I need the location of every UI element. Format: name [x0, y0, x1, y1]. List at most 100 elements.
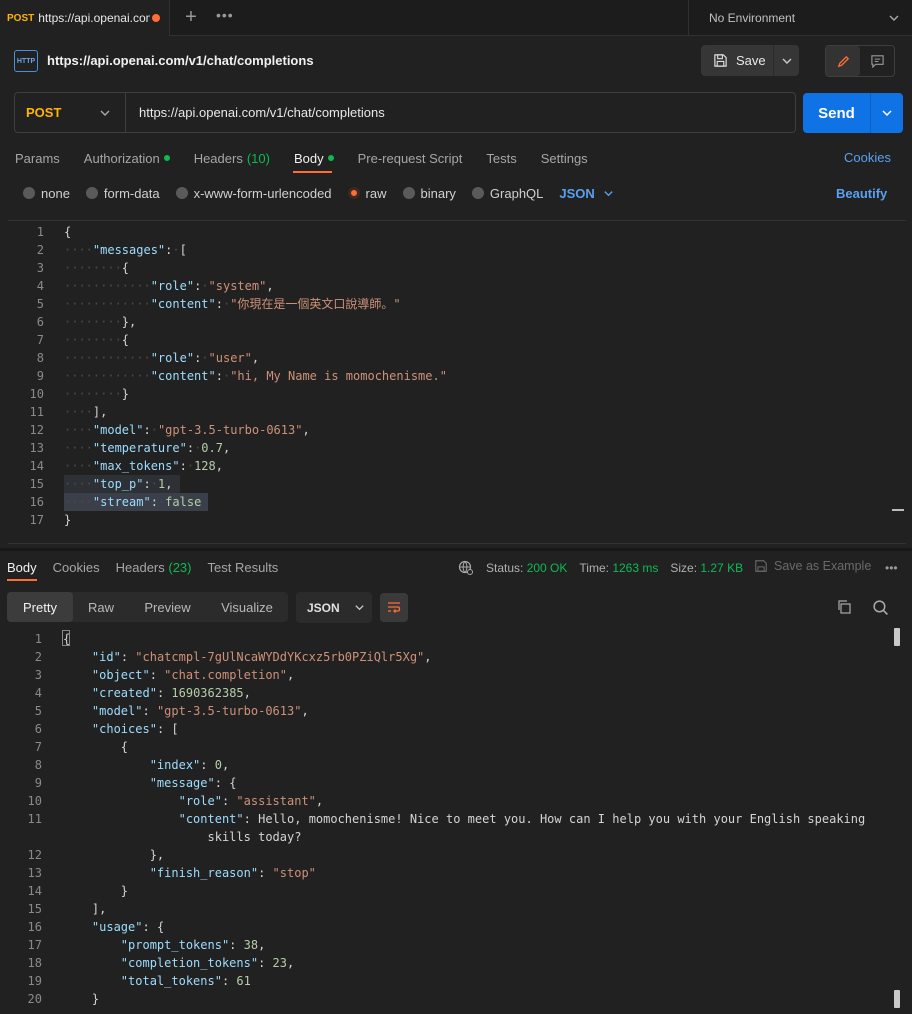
whitespace: ········ — [64, 333, 122, 347]
code-line: "prompt_tokens": 38, — [63, 936, 266, 954]
scrollbar-thumb[interactable] — [894, 628, 900, 646]
view-pretty-button[interactable]: Pretty — [7, 592, 73, 622]
wrap-lines-button[interactable] — [380, 593, 408, 622]
comments-mode-button[interactable] — [860, 46, 894, 76]
json-string: "你現在是一個英文口說導師。" — [230, 297, 401, 311]
response-format-select[interactable]: JSON — [296, 592, 372, 623]
pane-splitter[interactable] — [0, 548, 912, 551]
response-format-label: JSON — [307, 600, 340, 615]
code-line: "model": "gpt-3.5-turbo-0613", — [63, 702, 309, 720]
json-punctuation: , — [287, 668, 295, 682]
new-tab-plus-icon[interactable]: + — [180, 6, 202, 28]
json-key: "max_tokens" — [92, 459, 180, 473]
response-tab-cookies[interactable]: Cookies — [53, 560, 100, 581]
line-number: 13 — [27, 866, 42, 880]
radio-label: raw — [365, 185, 387, 201]
more-tabs-icon[interactable]: ••• — [216, 7, 234, 23]
beautify-button[interactable]: Beautify — [836, 186, 887, 201]
method-select[interactable]: POST — [15, 93, 126, 132]
size-value: 1.27 KB — [700, 561, 744, 575]
code-line: ····], — [64, 403, 107, 421]
json-value: 1690362385 — [171, 686, 244, 700]
more-options-icon[interactable]: ••• — [885, 561, 898, 575]
json-string: "chatcmpl-7gUlNcaWYDdYKcxz5rb0PZiQlr5Xg" — [135, 650, 425, 664]
code-line: { — [63, 738, 128, 756]
line-number: 13 — [29, 441, 44, 455]
view-visualize-button[interactable]: Visualize — [206, 592, 288, 622]
json-punctuation: momochenisme! — [308, 812, 403, 826]
raw-format-select[interactable]: JSON — [559, 185, 613, 201]
json-colon: : — [215, 369, 223, 383]
request-tab[interactable]: POST https://api.openai.com/v1/chat/comp… — [0, 0, 170, 36]
chevron-down-icon — [782, 58, 791, 64]
cookies-link[interactable]: Cookies — [844, 150, 891, 165]
tab-authorization[interactable]: Authorization — [84, 149, 170, 167]
save-options-button[interactable] — [774, 45, 799, 76]
response-tab-test-results[interactable]: Test Results — [208, 560, 279, 581]
json-colon: : — [179, 459, 187, 473]
json-punctuation: , — [243, 686, 251, 700]
url-input[interactable]: https://api.openai.com/v1/chat/completio… — [139, 105, 385, 120]
json-punctuation: meet — [467, 812, 497, 826]
json-punctuation: { — [120, 740, 129, 754]
line-number: 4 — [34, 686, 42, 700]
save-button[interactable]: Save — [701, 45, 774, 76]
tab-settings[interactable]: Settings — [541, 149, 588, 167]
send-options-button[interactable] — [871, 93, 903, 133]
tab-headers[interactable]: Headers (10) — [194, 149, 270, 167]
save-icon — [755, 560, 767, 572]
json-key: "role" — [150, 351, 195, 365]
json-punctuation: I — [597, 812, 606, 826]
json-punctuation: , — [165, 477, 173, 491]
json-punctuation: [ — [179, 243, 187, 257]
request-body-editor[interactable]: 1{2 ····"messages":·[3 ········{4 ·········… — [8, 220, 906, 544]
tab-label: Authorization — [83, 150, 160, 166]
json-punctuation: to — [445, 812, 461, 826]
line-number: 5 — [34, 704, 42, 718]
radio-raw[interactable]: raw — [347, 185, 387, 201]
tab-body[interactable]: Body — [294, 149, 334, 167]
radio-form-data[interactable]: form-data — [85, 185, 160, 201]
radio-circle-icon — [175, 187, 188, 199]
json-colon: : — [143, 477, 151, 491]
http-icon: HTTP — [14, 50, 38, 72]
view-raw-button[interactable]: Raw — [73, 592, 129, 622]
radio-none[interactable]: none — [23, 185, 70, 201]
whitespace: ············ — [64, 369, 151, 383]
save-as-example-button[interactable]: Save as Example — [754, 559, 871, 573]
response-tab-headers[interactable]: Headers (23) — [116, 560, 192, 581]
code-line: ····"top_p":·1, — [64, 475, 172, 493]
status-text: Status: 200 OK — [486, 561, 567, 575]
environment-selector[interactable]: No Environment — [688, 0, 912, 36]
json-punctuation: , — [302, 423, 310, 437]
scrollbar-thumb[interactable] — [894, 990, 900, 1008]
response-tab-body[interactable]: Body — [7, 560, 37, 581]
search-icon[interactable] — [872, 599, 889, 616]
json-punctuation: } — [120, 884, 129, 898]
view-preview-button[interactable]: Preview — [129, 592, 206, 622]
request-title[interactable]: https://api.openai.com/v1/chat/completio… — [47, 53, 314, 68]
tab-pre-request-script[interactable]: Pre-request Script — [358, 149, 463, 167]
code-line: "object": "chat.completion", — [63, 666, 294, 684]
copy-icon[interactable] — [836, 599, 852, 615]
response-tabs: Body Cookies Headers (23) Test Results — [7, 560, 278, 581]
tab-params[interactable]: Params — [15, 149, 60, 167]
tab-label: Headers — [115, 560, 165, 575]
response-body-viewer[interactable]: 1 {2 "id": "chatcmpl-7gUlNcaWYDdYKcxz5rb0… — [0, 628, 912, 1014]
radio-binary[interactable]: binary — [402, 185, 456, 201]
edit-mode-button[interactable] — [826, 46, 860, 76]
send-button[interactable]: Send — [803, 93, 871, 133]
globe-icon[interactable] — [458, 560, 474, 576]
line-number: 6 — [34, 722, 42, 736]
line-number: 8 — [34, 758, 42, 772]
radio-graphql[interactable]: GraphQL — [471, 185, 543, 201]
radio-x-www-form-urlencoded[interactable]: x-www-form-urlencoded — [175, 185, 332, 201]
tab-tests[interactable]: Tests — [486, 149, 516, 167]
